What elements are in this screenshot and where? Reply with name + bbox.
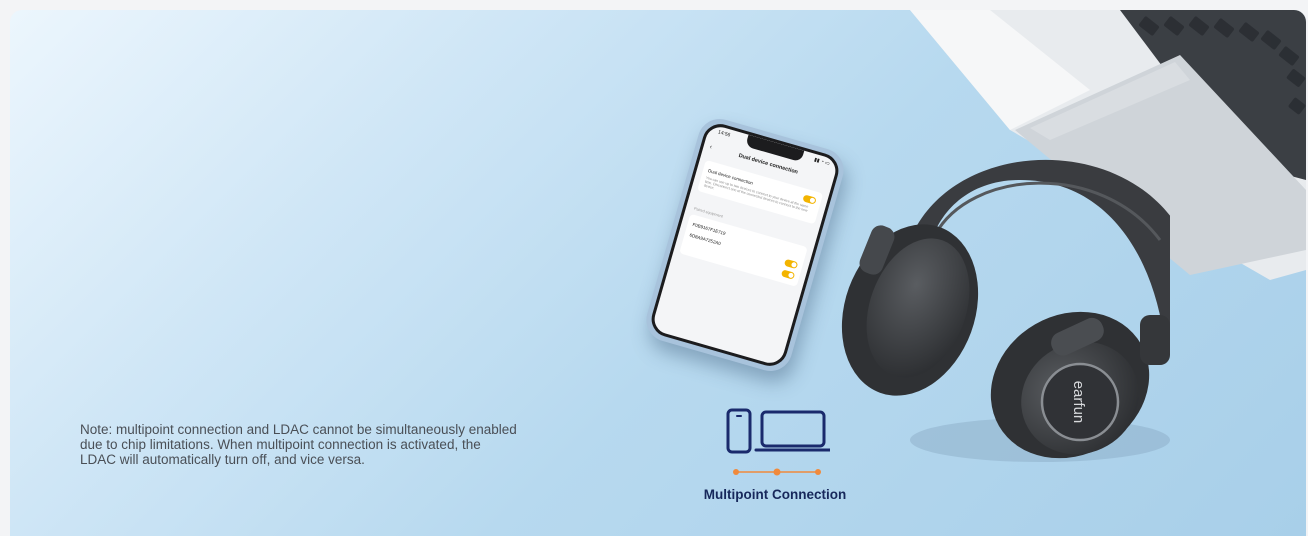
phone-status-time: 14:56	[717, 129, 731, 139]
paired-devices-card: F0B9167F1E719 6D8A9A7252A0	[679, 213, 808, 287]
headphones-image: earfun	[841, 160, 1170, 462]
phone-device: 14:56 ▮▮ ◔ ▭ ‹ Dual device connection Du…	[641, 113, 849, 377]
phone-status-icons: ▮▮ ◔ ▭	[813, 156, 831, 168]
multipoint-connection-icon	[726, 408, 830, 476]
phone-image: 14:56 ▮▮ ◔ ▭ ‹ Dual device connection Du…	[630, 113, 850, 377]
phone-statusbar: 14:56 ▮▮ ◔ ▭	[717, 129, 830, 167]
laptop-outline-icon	[760, 410, 826, 448]
product-banner: 14:56 ▮▮ ◔ ▭ ‹ Dual device connection Du…	[10, 10, 1306, 536]
phone-screen: 14:56 ▮▮ ◔ ▭ ‹ Dual device connection Du…	[647, 119, 843, 371]
multipoint-ldac-note: Note: multipoint connection and LDAC can…	[80, 422, 517, 467]
paired-device-toggle	[780, 269, 796, 280]
headphones-brand-logo: earfun	[1070, 381, 1087, 424]
multipoint-connection-label: Multipoint Connection	[703, 487, 847, 502]
